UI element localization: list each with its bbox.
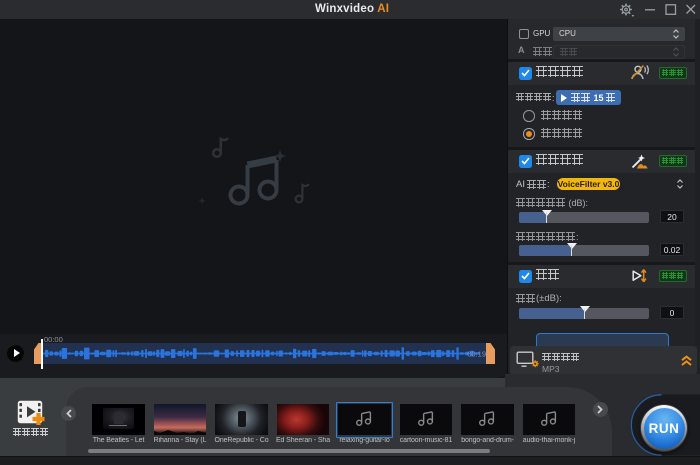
svg-text:00:19: 00:19 [467, 350, 486, 359]
